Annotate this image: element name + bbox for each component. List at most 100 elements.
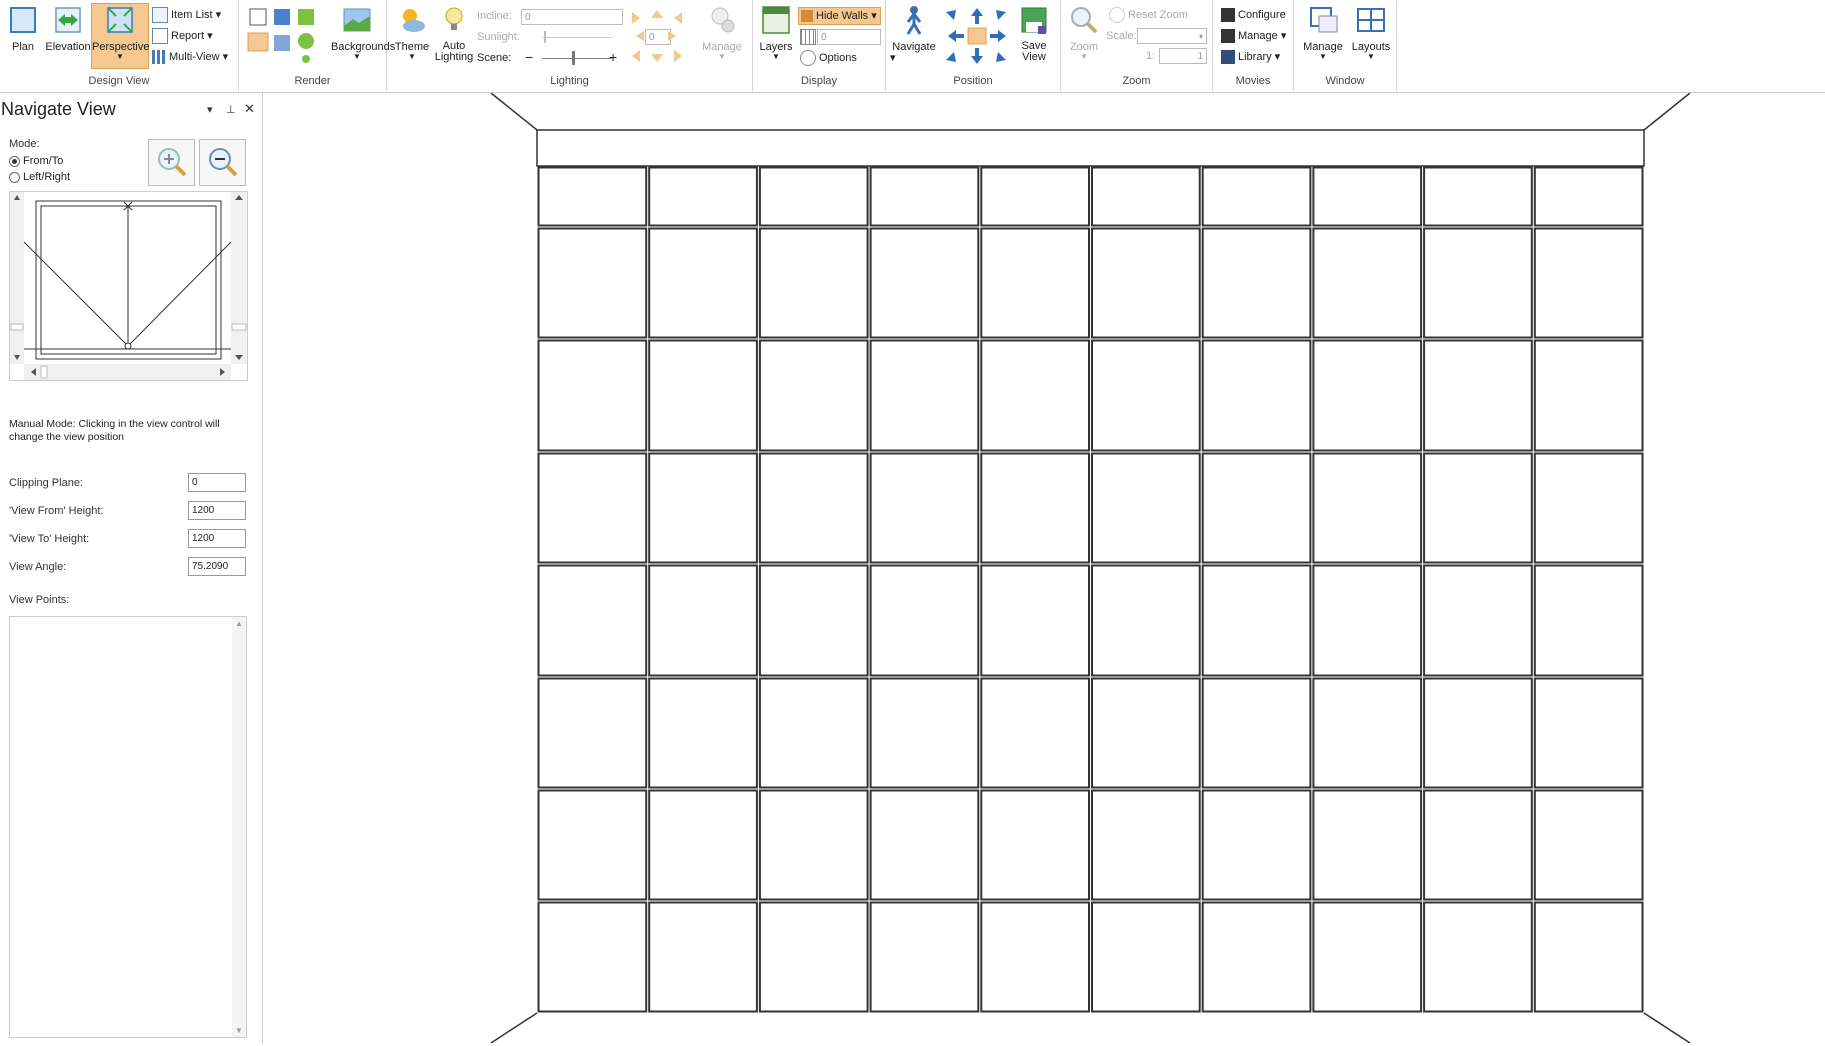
position-arrows[interactable] [944, 6, 1010, 66]
tile [537, 452, 648, 564]
arrow-down-left-icon [946, 52, 956, 62]
sunlight-label: Sunlight: [477, 31, 520, 43]
green-light-icon [302, 55, 310, 63]
plan-button[interactable]: Plan [6, 4, 40, 53]
tile [1201, 339, 1312, 452]
clipping-plane-input[interactable]: 0 [188, 473, 246, 492]
group-display: Layers ▼ Hide Walls ▾ 0 Options ▾ Displa… [753, 0, 896, 91]
layouts-button[interactable]: Layouts ▼ [1348, 4, 1394, 61]
options-button[interactable]: Options ▾ [800, 49, 896, 67]
tile [1201, 166, 1312, 227]
group-position: Navigate Save View Position [886, 0, 1061, 91]
clapper-icon [1221, 8, 1235, 23]
room-perspective-drawing[interactable] [264, 92, 1825, 1044]
elevation-button[interactable]: Elevation [44, 4, 92, 53]
tile [1312, 789, 1423, 901]
wireframe-icon [249, 8, 267, 26]
report-icon [152, 28, 168, 45]
view-angle-input[interactable]: 75.2090 [188, 557, 246, 576]
layers-icon [762, 6, 790, 34]
view-points-list[interactable]: ▲ ▼ [9, 616, 247, 1038]
perspective-viewport[interactable] [264, 92, 1825, 1044]
window-manage-button[interactable]: Manage ▼ [1300, 4, 1346, 61]
manual-mode-note: Manual Mode: Clicking in the view contro… [9, 418, 220, 443]
tile [1312, 227, 1423, 339]
sunlight-slider[interactable] [542, 37, 612, 38]
report-button[interactable]: Report ▾ [152, 27, 213, 45]
tile [1533, 339, 1644, 452]
tile [1423, 339, 1533, 452]
panel-pin-icon[interactable]: ⊥ [226, 103, 236, 116]
view-from-height-input[interactable]: 1200 [188, 501, 246, 520]
arrow-up-icon [971, 8, 983, 24]
tile [1533, 677, 1644, 789]
navigate-view-panel: Navigate View ▾ ⊥ ✕ Mode: From/To Left/R… [0, 93, 263, 1043]
configure-button[interactable]: Configure [1221, 6, 1286, 24]
layers-button[interactable]: Layers ▼ [756, 4, 796, 61]
lighting-manage-button[interactable]: Manage ▼ [698, 4, 746, 61]
tile [1201, 901, 1312, 1013]
tile [758, 452, 869, 564]
ratio-field[interactable]: 1 [1159, 48, 1207, 64]
panel-title: Navigate View [1, 99, 116, 119]
scroll-up-icon[interactable]: ▲ [235, 619, 243, 628]
tile [980, 564, 1090, 677]
position-group-label: Position [953, 75, 993, 87]
scene-minus-button[interactable]: − [525, 48, 533, 66]
backgrounds-button[interactable]: Backgrounds ▼ [331, 4, 395, 61]
group-zoom: Zoom ▼ Reset Zoom Scale: ▾ 1: 1 Zoom [1061, 0, 1213, 91]
tile [1423, 564, 1533, 677]
save-view-button[interactable]: Save View [1014, 4, 1054, 63]
zoom-in-icon [158, 148, 187, 177]
scroll-down-icon[interactable]: ▼ [235, 1026, 243, 1035]
tile [869, 339, 980, 452]
mode-radio-from-to[interactable]: From/To [9, 155, 63, 167]
movies-manage-button[interactable]: Manage ▾ [1221, 27, 1286, 45]
tile [648, 452, 758, 564]
ceiling-band [536, 129, 1645, 167]
theme-button[interactable]: Theme ▼ [392, 4, 432, 61]
view-control[interactable] [9, 191, 248, 381]
window-group-label: Window [1325, 75, 1365, 87]
tile [1091, 339, 1201, 452]
hide-walls-button[interactable]: Hide Walls ▾ [798, 7, 881, 25]
view-vscroll-left [10, 192, 24, 364]
elevation-icon [55, 7, 81, 33]
walls-field[interactable]: 0 [817, 29, 881, 45]
scene-plus-button[interactable]: + [609, 48, 617, 66]
incline-field[interactable]: 0 [521, 9, 623, 25]
tile [648, 339, 758, 452]
reset-zoom-button[interactable]: Reset Zoom [1109, 6, 1188, 24]
scene-slider[interactable] [542, 58, 612, 59]
zoom-button[interactable]: Zoom ▼ [1064, 4, 1104, 61]
tile [758, 339, 869, 452]
panel-menu-icon[interactable]: ▾ [207, 103, 213, 116]
item-list-button[interactable]: Item List ▾ [152, 6, 221, 24]
view-control-canvas[interactable] [10, 192, 247, 380]
light-direction-arrows[interactable] [624, 6, 690, 66]
view-points-scrollbar[interactable]: ▲ ▼ [232, 617, 246, 1037]
perspective-dropdown-arrow[interactable]: ▼ [92, 53, 148, 61]
reset-zoom-icon [1109, 7, 1125, 24]
view-to-height-input[interactable]: 1200 [188, 529, 246, 548]
navigate-button[interactable]: Navigate [889, 4, 939, 53]
perspective-button[interactable]: Perspective ▼ [91, 3, 149, 69]
tile [1533, 564, 1644, 677]
tile [1312, 901, 1423, 1013]
zoom-out-button[interactable] [199, 139, 246, 186]
zoom-in-button[interactable] [148, 139, 195, 186]
multi-view-button[interactable]: Multi-View ▾ [152, 48, 228, 66]
library-button[interactable]: Library ▾ [1221, 48, 1280, 66]
scene-slider-thumb[interactable] [572, 51, 575, 65]
scale-select[interactable]: ▾ [1137, 28, 1207, 44]
sunlight-slider-thumb[interactable] [544, 31, 546, 43]
tile [1312, 166, 1423, 227]
tile [758, 564, 869, 677]
tile [1423, 166, 1533, 227]
mode-radio-left-right[interactable]: Left/Right [9, 171, 70, 183]
tile [1201, 789, 1312, 901]
panel-close-icon[interactable]: ✕ [244, 101, 255, 117]
render-mode-icons[interactable] [244, 5, 324, 63]
tile [1201, 564, 1312, 677]
auto-lighting-button[interactable]: Auto Lighting [432, 4, 476, 63]
